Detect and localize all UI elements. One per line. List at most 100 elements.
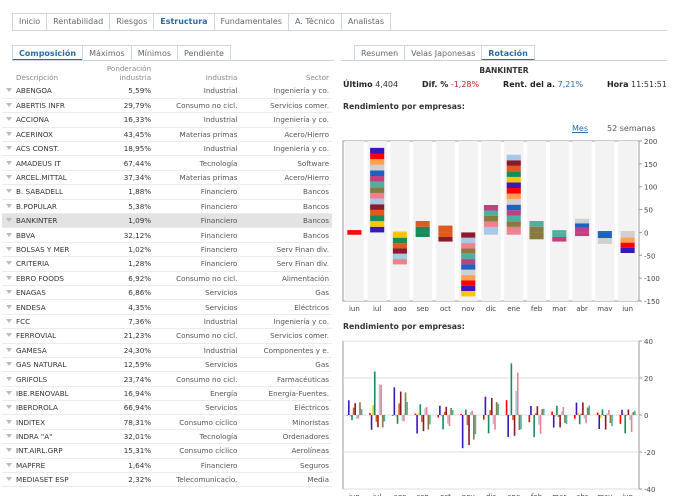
expand-arrow-icon[interactable] xyxy=(6,218,12,223)
bar xyxy=(630,415,633,433)
table-row[interactable]: EBRO FOODS 6,92% Consumo no cicl. Alimentac… xyxy=(2,271,332,286)
table-row[interactable]: ACS CONST. 18,95% Industrial Ingeniería y c… xyxy=(2,141,332,157)
expand-arrow-icon[interactable] xyxy=(6,261,12,266)
expand-arrow-icon[interactable] xyxy=(6,160,12,165)
table-row[interactable]: GAMESA 24,30% Industrial Componentes y e. xyxy=(2,343,332,358)
table-row[interactable]: B. SABADELL 1,88% Financiero Bancos xyxy=(2,184,332,200)
expand-arrow-icon[interactable] xyxy=(6,419,12,424)
right-tab-0[interactable]: Resumen xyxy=(354,45,406,61)
expand-arrow-icon[interactable] xyxy=(6,347,12,352)
tab-5[interactable]: A. Técnico xyxy=(287,13,342,30)
table-row[interactable]: ACERINOX 43,45% Materias primas Acero/Hierr… xyxy=(2,127,332,143)
tab-2[interactable]: Riesgos xyxy=(109,13,155,30)
col-header-sector[interactable]: Sector xyxy=(240,62,332,84)
col-header-industry[interactable]: Industria xyxy=(154,62,240,84)
col-header-weight[interactable]: Ponderación industria xyxy=(92,62,154,84)
period-52w-link[interactable]: 52 semanas xyxy=(607,124,656,133)
tab-6[interactable]: Analistas xyxy=(340,13,392,30)
tab-0[interactable]: Inicio xyxy=(12,13,48,30)
bar-segment xyxy=(438,237,453,242)
expand-arrow-icon[interactable] xyxy=(6,203,12,208)
x-tick-label: abr xyxy=(576,305,588,311)
table-row[interactable]: IBE.RENOVABL 16,94% Energía Energía-Fuentes… xyxy=(2,386,332,402)
table-row[interactable]: MAPFRE 1,64% Financiero Seguros xyxy=(2,458,332,474)
table-row[interactable]: BANKINTER 1,09% Financiero Bancos xyxy=(2,213,332,229)
company-name: GAMESA xyxy=(16,345,47,355)
bar-segment xyxy=(415,221,430,227)
table-row[interactable]: FCC 7,36% Industrial Ingeniería y co. xyxy=(2,314,332,330)
table-row[interactable]: IBERDROLA 66,94% Servicios Eléctricos xyxy=(2,400,332,416)
expand-arrow-icon[interactable] xyxy=(6,246,12,251)
table-row[interactable]: FERROVIAL 21,23% Consumo no cicl. Servicios… xyxy=(2,328,332,344)
expand-arrow-icon[interactable] xyxy=(6,189,12,194)
bar-segment xyxy=(506,215,521,222)
company-name: MEDIASET ESP xyxy=(16,475,69,485)
table-row[interactable]: CRITERIA 1,28% Financiero Serv Finan div. xyxy=(2,256,332,272)
sector-cell: Ingeniería y co. xyxy=(240,112,332,128)
subtab-3[interactable]: Pendiente xyxy=(177,45,231,61)
table-row[interactable]: MEDIASET ESP 2,32% Telecomunicacio. Media xyxy=(2,472,332,488)
expand-arrow-icon[interactable] xyxy=(6,275,12,280)
table-row[interactable]: INDITEX 78,31% Consumo cíclico Minoristas xyxy=(2,414,332,430)
expand-arrow-icon[interactable] xyxy=(6,477,12,482)
table-row[interactable]: ABENGOA 5,59% Industrial Ingeniería y co. xyxy=(2,84,332,99)
tab-4[interactable]: Fundamentales xyxy=(213,13,289,30)
weight-cell: 24,30% xyxy=(92,343,155,358)
row-name-cell: B. SABADELL xyxy=(2,184,93,200)
row-name-cell: ABENGOA xyxy=(2,84,93,99)
expand-arrow-icon[interactable] xyxy=(6,434,12,439)
table-row[interactable]: B.POPULAR 5,38% Financiero Bancos xyxy=(2,199,332,215)
expand-arrow-icon[interactable] xyxy=(6,131,12,136)
table-row[interactable]: GRIFOLS 23,74% Consumo no cicl. Farmacéutic… xyxy=(2,371,332,387)
subtab-2[interactable]: Mínimos xyxy=(130,45,179,61)
expand-arrow-icon[interactable] xyxy=(6,103,12,108)
sector-cell: Acero/Hierro xyxy=(240,127,332,143)
subtab-1[interactable]: Máximos xyxy=(82,45,132,61)
table-row[interactable]: ABERTIS INFR 29,79% Consumo no cicl. Servic… xyxy=(2,98,332,114)
table-row[interactable]: BOLSAS Y MER 1,02% Financiero Serv Finan di… xyxy=(2,242,332,258)
expand-arrow-icon[interactable] xyxy=(6,362,12,367)
bar-segment xyxy=(506,171,521,177)
company-name: B.POPULAR xyxy=(16,201,57,211)
expand-arrow-icon[interactable] xyxy=(6,117,12,122)
expand-arrow-icon[interactable] xyxy=(6,405,12,410)
period-month-link[interactable]: Mes xyxy=(572,124,588,133)
x-tick-label: ago xyxy=(393,493,406,496)
right-tab-1[interactable]: Velas Japonesas xyxy=(404,45,483,61)
bar xyxy=(369,413,371,415)
expand-arrow-icon[interactable] xyxy=(6,304,12,309)
expand-arrow-icon[interactable] xyxy=(6,333,12,338)
expand-arrow-icon[interactable] xyxy=(6,462,12,467)
sector-cell: Gas xyxy=(240,285,332,301)
expand-arrow-icon[interactable] xyxy=(6,88,12,93)
table-row[interactable]: ACCIONA 16,33% Industrial Ingeniería y co. xyxy=(2,112,332,128)
sector-cell: Ingeniería y co. xyxy=(240,314,332,330)
table-row[interactable]: INDRA "A" 32,01% Tecnología Ordenadores xyxy=(2,429,332,445)
expand-arrow-icon[interactable] xyxy=(6,390,12,395)
table-row[interactable]: AMADEUS IT 67,44% Tecnología Software xyxy=(2,155,332,171)
subtab-0[interactable]: Composición xyxy=(12,45,84,61)
y-tick-label: 0 xyxy=(644,412,648,420)
expand-arrow-icon[interactable] xyxy=(6,376,12,381)
right-tab-2[interactable]: Rotación xyxy=(481,45,535,61)
expand-arrow-icon[interactable] xyxy=(6,448,12,453)
table-row[interactable]: BBVA 32,12% Financiero Bancos xyxy=(2,227,332,243)
table-row[interactable]: ENDESA 4,35% Servicios Eléctricos xyxy=(2,299,332,315)
expand-arrow-icon[interactable] xyxy=(6,232,12,237)
expand-arrow-icon[interactable] xyxy=(6,175,12,180)
table-row[interactable]: GAS NATURAL 12,59% Servicios Gas xyxy=(2,357,332,373)
expand-arrow-icon[interactable] xyxy=(6,318,12,323)
table-row[interactable]: ARCEL.MITTAL 37,34% Materias primas Acero/H… xyxy=(2,170,332,186)
table-row[interactable]: ENAGAS 6,86% Servicios Gas xyxy=(2,285,332,301)
expand-arrow-icon[interactable] xyxy=(6,290,12,295)
tab-3[interactable]: Estructura xyxy=(153,13,215,30)
table-row[interactable]: INT.AIRL.GRP 15,31% Consumo cíclico Aerolín… xyxy=(2,443,332,459)
weight-cell: 29,79% xyxy=(92,98,155,114)
company-title: BANKINTER xyxy=(479,66,529,75)
col-header-description[interactable]: Descripción xyxy=(2,62,92,84)
bar xyxy=(586,407,589,415)
bar xyxy=(551,411,553,415)
tab-1[interactable]: Rentabilidad xyxy=(46,13,111,30)
expand-arrow-icon[interactable] xyxy=(6,146,12,151)
sector-cell: Serv Finan div. xyxy=(240,256,332,272)
